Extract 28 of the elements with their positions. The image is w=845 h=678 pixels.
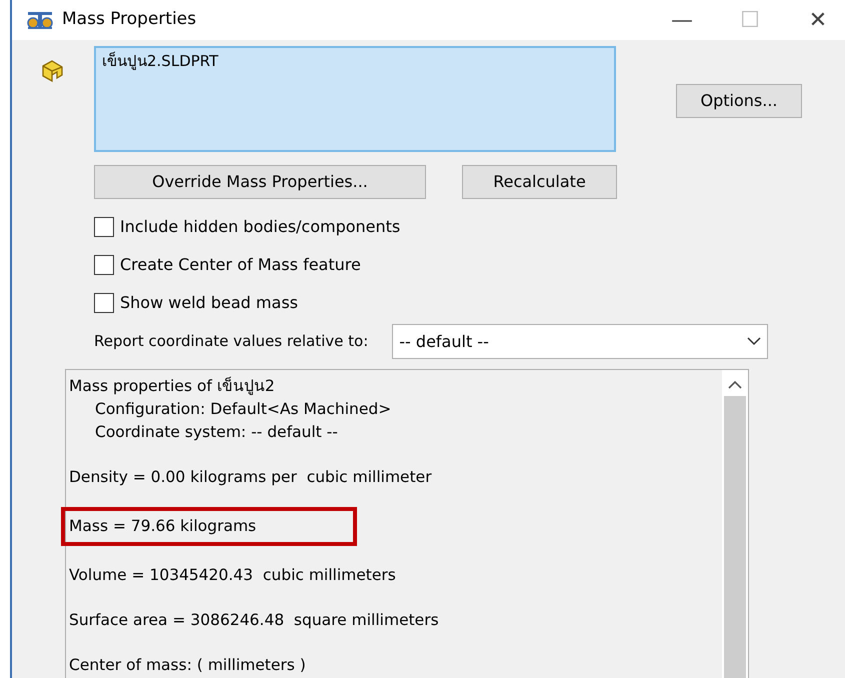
scroll-up-icon[interactable] <box>728 380 742 390</box>
chevron-down-icon <box>747 337 762 346</box>
file-list-item[interactable]: เข็นปูน2.SLDPRT <box>102 50 608 72</box>
result-line: Center of mass: ( millimeters ) <box>69 655 307 676</box>
recalculate-button[interactable]: Recalculate <box>462 165 617 199</box>
minimize-button[interactable]: — <box>655 0 709 40</box>
result-line: Volume = 10345420.43 cubic millimeters <box>69 565 397 586</box>
checkbox[interactable] <box>94 293 114 313</box>
coordinate-label: Report coordinate values relative to: <box>94 331 368 352</box>
checkbox-label: Include hidden bodies/components <box>120 216 400 238</box>
window-title: Mass Properties <box>62 8 196 32</box>
result-line: Density = 0.00 kilograms per cubic millimeter <box>69 467 433 488</box>
checkbox-label: Show weld bead mass <box>120 292 298 314</box>
coordinate-dropdown[interactable]: -- default -- <box>392 324 768 359</box>
scrollbar-thumb[interactable] <box>724 396 746 678</box>
checkbox[interactable] <box>94 255 114 275</box>
checkbox[interactable] <box>94 217 114 237</box>
result-line: Coordinate system: -- default -- <box>94 422 339 443</box>
result-line: Configuration: Default<As Machined> <box>94 399 392 420</box>
close-button[interactable]: ✕ <box>791 0 845 40</box>
options-button[interactable]: Options... <box>676 84 802 118</box>
override-button[interactable]: Override Mass Properties... <box>94 165 426 199</box>
file-list[interactable]: เข็นปูน2.SLDPRT <box>94 46 616 152</box>
result-line: Mass = 79.66 kilograms <box>69 516 258 537</box>
scale-icon <box>26 10 54 30</box>
checkbox-label: Create Center of Mass feature <box>120 254 361 276</box>
result-line: Surface area = 3086246.48 square millimeters <box>69 610 440 631</box>
result-line: Mass properties of เข็นปูน2 <box>69 376 276 397</box>
